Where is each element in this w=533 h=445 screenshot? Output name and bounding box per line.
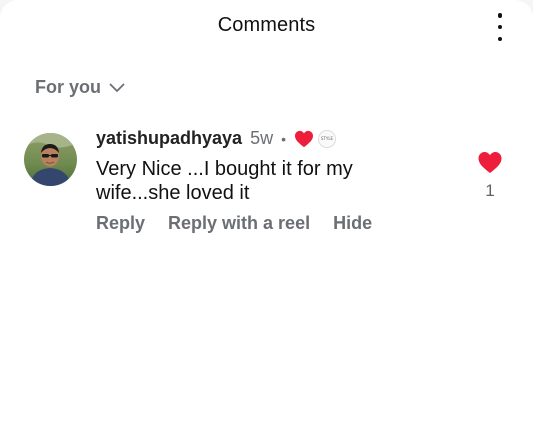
kebab-dot bbox=[497, 24, 503, 30]
like-count: 1 bbox=[485, 181, 495, 200]
chevron-down-icon bbox=[109, 83, 125, 92]
reply-with-reel-button[interactable]: Reply with a reel bbox=[168, 213, 310, 234]
kebab-dot bbox=[497, 13, 503, 18]
comments-sheet: Comments For you yatishupadhyaya 5w • ST… bbox=[0, 0, 533, 445]
avatar[interactable] bbox=[24, 133, 77, 186]
comment-actions: Reply Reply with a reel Hide bbox=[96, 213, 372, 234]
comment-time: 5w bbox=[250, 128, 274, 148]
heart-filled-icon[interactable] bbox=[477, 151, 503, 174]
comment-filter-dropdown[interactable]: For you bbox=[35, 77, 125, 98]
creator-avatar: STYLE bbox=[317, 129, 336, 148]
comment-like: 1 bbox=[476, 151, 504, 201]
filter-label: For you bbox=[35, 77, 101, 97]
kebab-dot bbox=[497, 36, 503, 41]
reply-button[interactable]: Reply bbox=[96, 213, 145, 234]
meta-separator: • bbox=[281, 130, 286, 147]
hide-button[interactable]: Hide bbox=[333, 213, 372, 234]
comment-username[interactable]: yatishupadhyaya bbox=[96, 128, 242, 149]
comment-meta: yatishupadhyaya 5w • STYLE bbox=[96, 128, 336, 149]
sheet-title: Comments bbox=[217, 14, 316, 36]
more-options-icon[interactable] bbox=[495, 13, 505, 41]
avatar-photo bbox=[24, 133, 77, 186]
heart-icon bbox=[294, 130, 313, 147]
liked-by-creator-badge: STYLE bbox=[294, 129, 336, 148]
comment-text: Very Nice ...I bought it for my wife...s… bbox=[96, 158, 353, 204]
